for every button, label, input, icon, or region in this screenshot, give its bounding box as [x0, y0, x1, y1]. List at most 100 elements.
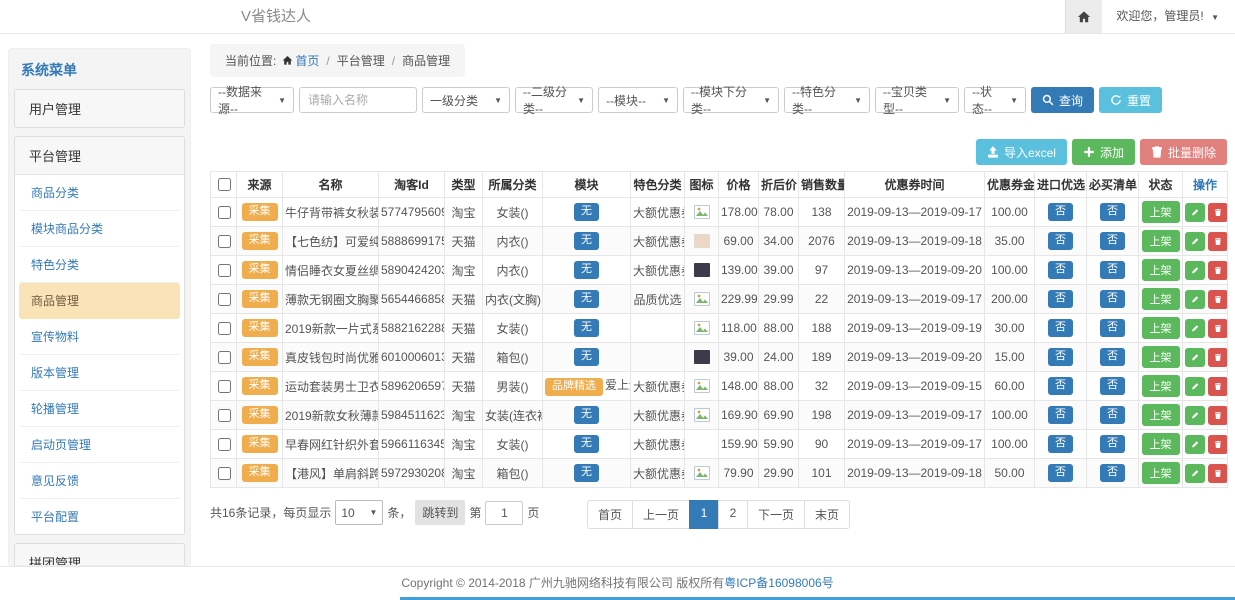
- edit-button[interactable]: [1185, 406, 1205, 425]
- delete-button[interactable]: [1208, 290, 1228, 309]
- user-menu[interactable]: 欢迎您，管理员! ▼: [1102, 0, 1235, 33]
- search-button[interactable]: 查询: [1031, 87, 1094, 113]
- module-badge[interactable]: 无: [574, 261, 599, 278]
- sidebar-item-group-buy-management[interactable]: 拼团管理: [15, 544, 184, 566]
- sidebar-subitem-feedback[interactable]: 意见反馈: [19, 463, 180, 499]
- must-buy-toggle[interactable]: 否: [1100, 203, 1125, 220]
- status-toggle-button[interactable]: 上架: [1142, 201, 1180, 223]
- edit-button[interactable]: [1185, 319, 1205, 338]
- filter-select-item-type[interactable]: --宝贝类型--▼: [875, 87, 959, 113]
- status-toggle-button[interactable]: 上架: [1142, 404, 1180, 426]
- row-select-checkbox[interactable]: [218, 264, 231, 277]
- import-opt-toggle[interactable]: 否: [1048, 203, 1073, 220]
- row-select-checkbox[interactable]: [218, 438, 231, 451]
- breadcrumb-item-platform[interactable]: 平台管理: [337, 54, 385, 68]
- module-badge[interactable]: 无: [574, 290, 599, 307]
- row-select-checkbox[interactable]: [218, 322, 231, 335]
- sidebar-subitem-carousel-management[interactable]: 轮播管理: [19, 391, 180, 427]
- sidebar-subitem-goods-category[interactable]: 商品分类: [19, 175, 180, 211]
- must-buy-toggle[interactable]: 否: [1100, 377, 1125, 394]
- must-buy-toggle[interactable]: 否: [1100, 232, 1125, 249]
- name-search-input[interactable]: [299, 87, 417, 113]
- sidebar-subitem-promo-materials[interactable]: 宣传物料: [19, 319, 180, 355]
- module-badge[interactable]: 无: [574, 203, 599, 220]
- filter-select-module-subcategory[interactable]: --模块下分类--▼: [683, 87, 779, 113]
- must-buy-toggle[interactable]: 否: [1100, 261, 1125, 278]
- batch-delete-button[interactable]: 批量删除: [1140, 139, 1227, 165]
- row-select-checkbox[interactable]: [218, 235, 231, 248]
- filter-select-featured-category[interactable]: --特色分类--▼: [784, 87, 870, 113]
- delete-button[interactable]: [1208, 377, 1228, 396]
- pager-prev[interactable]: 上一页: [632, 500, 690, 529]
- sidebar-subitem-platform-config[interactable]: 平台配置: [19, 499, 180, 534]
- sidebar-subitem-goods-management[interactable]: 商品管理: [19, 283, 180, 319]
- sidebar-subitem-module-goods-category[interactable]: 模块商品分类: [19, 211, 180, 247]
- pager-page-1[interactable]: 1: [689, 500, 719, 529]
- select-all-checkbox[interactable]: [218, 178, 231, 191]
- sidebar-subitem-featured-category[interactable]: 特色分类: [19, 247, 180, 283]
- import-opt-toggle[interactable]: 否: [1048, 464, 1073, 481]
- import-opt-toggle[interactable]: 否: [1048, 377, 1073, 394]
- delete-button[interactable]: [1208, 203, 1228, 222]
- filter-select-module[interactable]: --模块--▼: [598, 87, 678, 113]
- module-badge[interactable]: 无: [574, 348, 599, 365]
- must-buy-toggle[interactable]: 否: [1100, 464, 1125, 481]
- import-opt-toggle[interactable]: 否: [1048, 406, 1073, 423]
- breadcrumb-home-link[interactable]: 首页: [295, 54, 319, 68]
- sidebar-subitem-version-management[interactable]: 版本管理: [19, 355, 180, 391]
- status-toggle-button[interactable]: 上架: [1142, 462, 1180, 484]
- pager-next[interactable]: 下一页: [747, 500, 805, 529]
- home-button[interactable]: [1065, 0, 1102, 33]
- module-badge[interactable]: 无: [574, 406, 599, 423]
- must-buy-toggle[interactable]: 否: [1100, 406, 1125, 423]
- add-button[interactable]: 添加: [1072, 139, 1135, 165]
- jump-to-page-button[interactable]: 跳转到: [415, 500, 465, 525]
- sidebar-item-platform-management[interactable]: 平台管理: [15, 137, 184, 174]
- delete-button[interactable]: [1208, 319, 1228, 338]
- must-buy-toggle[interactable]: 否: [1100, 435, 1125, 452]
- edit-button[interactable]: [1185, 464, 1205, 483]
- row-select-checkbox[interactable]: [218, 351, 231, 364]
- delete-button[interactable]: [1208, 464, 1228, 483]
- filter-select-level1-category[interactable]: 一级分类▼: [422, 87, 510, 113]
- module-badge[interactable]: 无: [574, 464, 599, 481]
- status-toggle-button[interactable]: 上架: [1142, 317, 1180, 339]
- edit-button[interactable]: [1185, 203, 1205, 222]
- must-buy-toggle[interactable]: 否: [1100, 290, 1125, 307]
- import-opt-toggle[interactable]: 否: [1048, 435, 1073, 452]
- edit-button[interactable]: [1185, 435, 1205, 454]
- must-buy-toggle[interactable]: 否: [1100, 348, 1125, 365]
- import-opt-toggle[interactable]: 否: [1048, 319, 1073, 336]
- module-badge[interactable]: 品牌精选: [545, 378, 603, 395]
- status-toggle-button[interactable]: 上架: [1142, 346, 1180, 368]
- module-badge[interactable]: 无: [574, 232, 599, 249]
- delete-button[interactable]: [1208, 348, 1228, 367]
- delete-button[interactable]: [1208, 406, 1228, 425]
- row-select-checkbox[interactable]: [218, 206, 231, 219]
- edit-button[interactable]: [1185, 232, 1205, 251]
- pager-last[interactable]: 末页: [804, 500, 850, 529]
- filter-select-status[interactable]: --状态--▼: [964, 87, 1026, 113]
- must-buy-toggle[interactable]: 否: [1100, 319, 1125, 336]
- edit-button[interactable]: [1185, 348, 1205, 367]
- import-opt-toggle[interactable]: 否: [1048, 261, 1073, 278]
- row-select-checkbox[interactable]: [218, 409, 231, 422]
- status-toggle-button[interactable]: 上架: [1142, 288, 1180, 310]
- import-opt-toggle[interactable]: 否: [1048, 232, 1073, 249]
- import-opt-toggle[interactable]: 否: [1048, 290, 1073, 307]
- edit-button[interactable]: [1185, 290, 1205, 309]
- sidebar-subitem-splash-page-management[interactable]: 启动页管理: [19, 427, 180, 463]
- icp-link[interactable]: 粤ICP备16098006号: [724, 576, 833, 590]
- pager-first[interactable]: 首页: [587, 500, 633, 529]
- row-select-checkbox[interactable]: [218, 467, 231, 480]
- row-select-checkbox[interactable]: [218, 293, 231, 306]
- delete-button[interactable]: [1208, 232, 1228, 251]
- status-toggle-button[interactable]: 上架: [1142, 259, 1180, 281]
- status-toggle-button[interactable]: 上架: [1142, 433, 1180, 455]
- filter-select-level2-category[interactable]: --二级分类--▼: [515, 87, 593, 113]
- filter-select-data-source[interactable]: --数据来源--▼: [210, 87, 294, 113]
- delete-button[interactable]: [1208, 261, 1228, 280]
- status-toggle-button[interactable]: 上架: [1142, 375, 1180, 397]
- edit-button[interactable]: [1185, 377, 1205, 396]
- status-toggle-button[interactable]: 上架: [1142, 230, 1180, 252]
